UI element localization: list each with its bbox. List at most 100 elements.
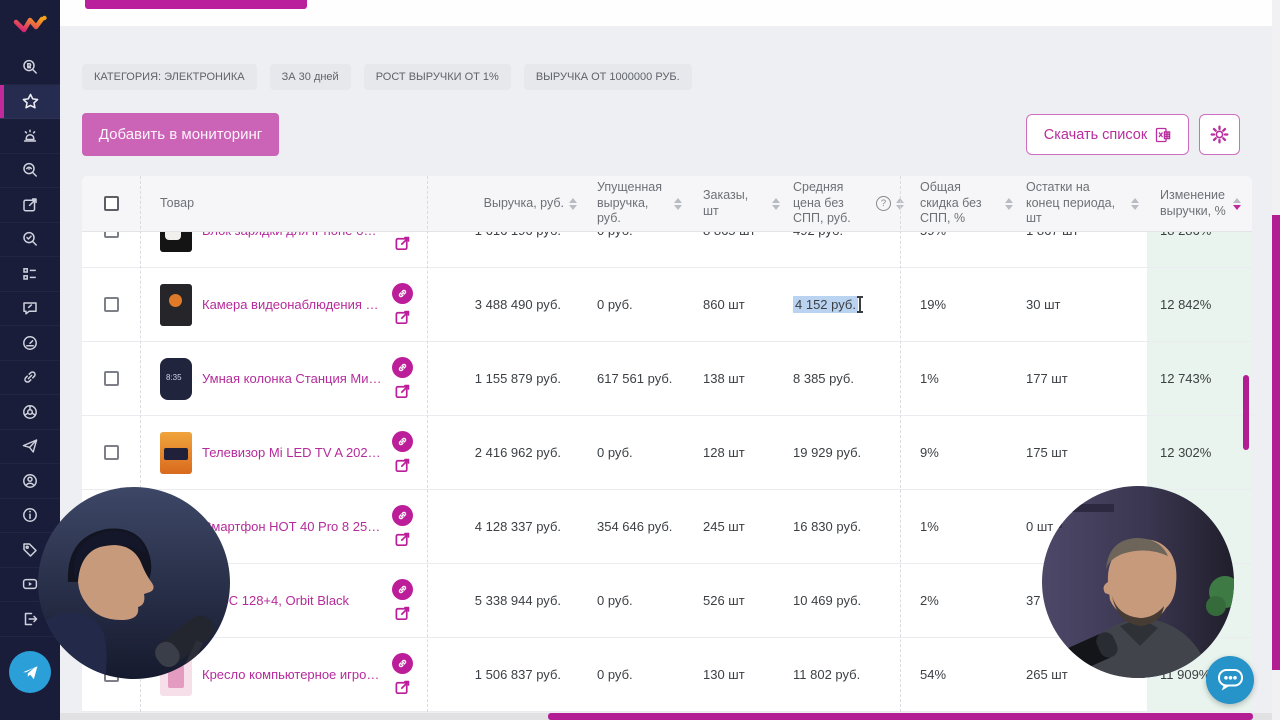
sort-icon[interactable] (772, 197, 780, 210)
sidebar-item-search-check[interactable] (0, 223, 60, 257)
link-badge-icon[interactable] (392, 579, 413, 600)
link-badge-icon[interactable] (392, 505, 413, 526)
logout-icon (24, 612, 38, 625)
revenue-cell: 3 488 490 руб. (474, 297, 561, 312)
open-external-icon[interactable] (394, 679, 411, 696)
link-badge-icon[interactable] (392, 653, 413, 674)
account-icon (23, 473, 37, 488)
app-logo[interactable] (0, 0, 60, 50)
table-settings-button[interactable] (1199, 114, 1240, 155)
sidebar-item-links[interactable] (0, 361, 60, 395)
chat-bubble-icon (1217, 669, 1243, 691)
telegram-button[interactable] (9, 650, 51, 693)
row-checkbox[interactable] (103, 297, 119, 312)
sort-icon[interactable] (569, 197, 577, 210)
discount-cell: 2% (920, 593, 939, 608)
table-row: Блок зарядки для iPhone быс... 1 616 196… (82, 232, 1252, 268)
sort-icon-active-desc[interactable] (1233, 197, 1241, 210)
open-external-icon[interactable] (394, 309, 411, 326)
orders-cell: 245 шт (703, 519, 745, 534)
open-external-icon[interactable] (394, 531, 411, 548)
header-product[interactable]: Товар (140, 196, 427, 212)
sidebar-item-telegram[interactable] (0, 430, 60, 464)
avg-price-cell: 492 руб. (780, 232, 905, 238)
open-external-icon[interactable] (394, 383, 411, 400)
discount-cell: 59% (905, 232, 1020, 238)
logo-icon (13, 15, 47, 33)
link-badge-icon[interactable] (392, 283, 413, 304)
help-icon[interactable]: ? (876, 196, 891, 211)
link-icon (24, 371, 36, 384)
row-checkbox[interactable] (103, 371, 119, 386)
sidebar-item-search-analysis[interactable] (0, 154, 60, 188)
text-cursor (856, 296, 863, 313)
sort-icon[interactable] (1131, 197, 1139, 210)
sidebar-item-dashboard[interactable] (0, 326, 60, 361)
link-badge-icon[interactable] (392, 431, 413, 452)
excel-file-icon (1156, 127, 1171, 142)
product-name-link[interactable]: Умная колонка Станция Мин... (202, 371, 382, 386)
select-all-checkbox[interactable] (103, 196, 119, 211)
lost-revenue-cell: 0 руб. (597, 297, 633, 312)
product-name-link[interactable]: Блок зарядки для iPhone быс... (202, 232, 382, 238)
add-to-monitoring-button[interactable]: Добавить в мониторинг (82, 113, 279, 156)
support-chat-button[interactable] (1206, 656, 1254, 704)
sort-icon[interactable] (674, 197, 682, 210)
product-name-link[interactable]: Телевизор Mi LED TV A 2025 3... (202, 445, 382, 460)
orders-cell: 138 шт (703, 371, 745, 386)
stock-cell: 30 шт (1026, 297, 1061, 312)
open-external-icon[interactable] (394, 457, 411, 474)
filter-chip-category[interactable]: КАТЕГОРИЯ: ЭЛЕКТРОНИКА (82, 64, 257, 90)
product-name-link[interactable]: Смартфон HOT 40 Pro 8 256 L... (202, 519, 382, 534)
header-lost-revenue[interactable]: Упущенная выручка, руб. (585, 180, 695, 227)
download-list-button[interactable]: Скачать список (1026, 114, 1189, 155)
header-revenue-change[interactable]: Изменение выручки, % (1147, 188, 1252, 219)
header-stock[interactable]: Остатки на конец периода, шт (1020, 180, 1147, 227)
sidebar-item-account[interactable] (0, 464, 60, 499)
product-name-link[interactable]: Камера видеонаблюдения Wi... (202, 297, 382, 312)
table-vertical-scrollbar-thumb[interactable] (1243, 375, 1249, 450)
avg-price-cell: 8 385 руб. (793, 371, 854, 386)
row-checkbox[interactable] (103, 445, 119, 460)
page-vertical-scrollbar-thumb[interactable] (1272, 215, 1280, 670)
revenue-cell: 1 155 879 руб. (474, 371, 561, 386)
product-name-link[interactable]: Кресло компьютерное игров... (202, 667, 382, 682)
link-badge-icon[interactable] (392, 357, 413, 378)
open-external-icon[interactable] (394, 605, 411, 622)
header-avg-price[interactable]: Средняя цена без СПП, руб.? (780, 180, 905, 227)
sidebar-item-info[interactable] (0, 499, 60, 533)
revenue-change-cell: 12 302% (1160, 445, 1212, 460)
selected-text: 4 152 руб. (793, 296, 858, 313)
filter-chip-period[interactable]: ЗА 30 дней (269, 64, 351, 90)
revenue-change-cell: 18 286% (1147, 232, 1252, 238)
sidebar-item-external[interactable] (0, 188, 60, 223)
table-header-row: Товар Выручка, руб. Упущенная выручка, р… (82, 176, 1252, 232)
discount-cell: 1% (920, 519, 939, 534)
header-revenue[interactable]: Выручка, руб. (427, 196, 585, 212)
info-icon (23, 508, 37, 523)
filter-chip-revenue[interactable]: ВЫРУЧКА ОТ 1000000 РУБ. (523, 64, 692, 90)
telegram-plane-icon (23, 665, 38, 679)
sidebar-item-notifications[interactable] (0, 119, 60, 154)
external-link-icon (23, 198, 37, 212)
sidebar-item-browser[interactable] (0, 395, 60, 430)
discount-cell: 54% (920, 667, 947, 682)
header-orders[interactable]: Заказы, шт (695, 188, 780, 219)
clipped-top-button[interactable] (85, 0, 307, 9)
sort-icon[interactable] (896, 197, 904, 210)
lost-revenue-cell: 0 руб. (597, 667, 633, 682)
sidebar-item-feedback[interactable] (0, 292, 60, 326)
open-external-icon[interactable] (394, 235, 411, 252)
horizontal-scrollbar-thumb[interactable] (548, 713, 1253, 720)
lost-revenue-cell: 0 руб. (597, 445, 633, 460)
sidebar-item-product-search[interactable] (0, 50, 60, 85)
filter-chip-growth[interactable]: РОСТ ВЫРУЧКИ ОТ 1% (363, 64, 511, 90)
sidebar-item-tasks[interactable] (0, 257, 60, 292)
download-list-label: Скачать список (1043, 126, 1148, 143)
table-row: Умная колонка Станция Мин... 1 155 879 р… (82, 342, 1252, 416)
sidebar-item-favorites[interactable] (0, 84, 60, 119)
header-discount[interactable]: Общая скидка без СПП, % (905, 180, 1020, 227)
row-checkbox[interactable] (103, 232, 119, 238)
sort-icon[interactable] (1005, 197, 1013, 210)
avg-price-cell: 11 802 руб. (793, 667, 861, 682)
